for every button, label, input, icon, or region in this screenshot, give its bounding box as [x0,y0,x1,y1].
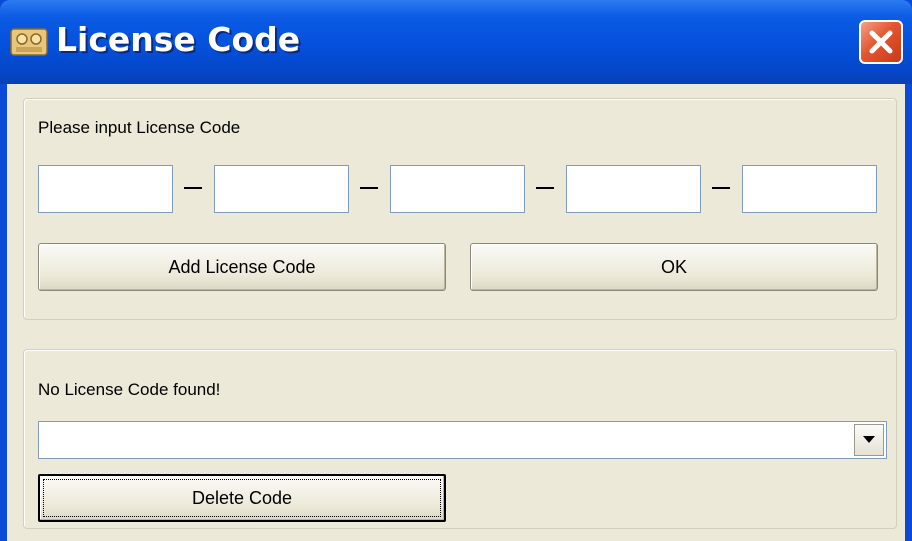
license-prompt-label: Please input License Code [38,118,241,137]
separator-dash [184,187,202,189]
add-license-code-button[interactable]: Add License Code [38,243,446,291]
license-segment-2-input[interactable] [214,165,349,213]
license-segment-3-input[interactable] [390,165,525,213]
license-segment-5-input[interactable] [742,165,877,213]
close-button[interactable] [859,20,903,64]
license-segment-1-input[interactable] [38,165,173,213]
license-segment-4-input[interactable] [566,165,701,213]
license-code-dropdown[interactable] [38,421,887,459]
ok-label: OK [660,256,687,277]
status-label: No License Code found! [38,380,221,399]
license-code-window: License Code Please input License Code A… [0,0,912,541]
ok-button[interactable]: OK [470,243,878,291]
separator-dash [536,187,554,189]
separator-dash [360,187,378,189]
key-app-icon [10,28,48,56]
title-bar[interactable]: License Code [0,0,912,84]
window-title: License Code [56,20,301,59]
dropdown-button[interactable] [854,424,884,456]
delete-code-button[interactable]: Delete Code [38,474,446,522]
add-license-code-label: Add License Code [168,256,316,277]
separator-dash [712,187,730,189]
close-icon [869,30,893,54]
focus-ring [43,479,441,517]
chevron-down-icon [863,436,875,443]
